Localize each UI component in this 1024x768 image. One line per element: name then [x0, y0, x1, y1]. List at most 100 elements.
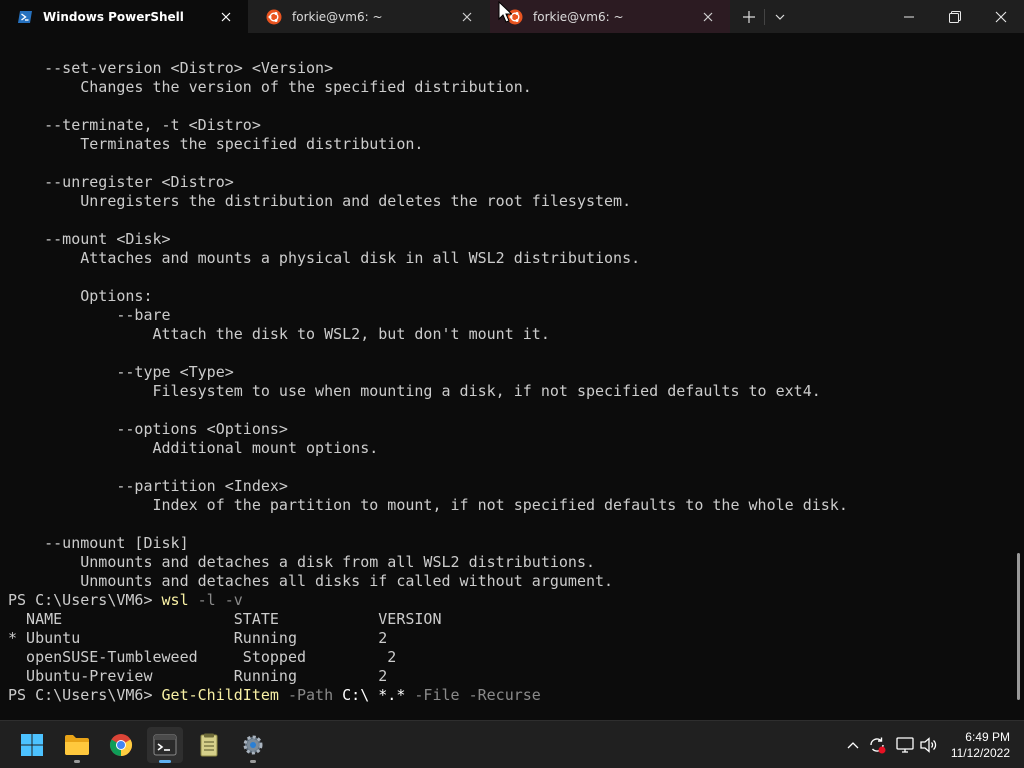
output-text: Ubuntu-Preview Running 2: [8, 667, 388, 685]
terminal-line: --bare: [8, 306, 848, 325]
command-text: Get-ChildItem: [161, 686, 279, 704]
notepad-icon: [200, 733, 218, 757]
terminal-line: Attaches and mounts a physical disk in a…: [8, 249, 848, 268]
terminal-line: --options <Options>: [8, 420, 848, 439]
chevron-down-icon: [775, 14, 785, 20]
terminal-line: PS C:\Users\VM6> Get-ChildItem -Path C:\…: [8, 686, 848, 705]
restore-icon: [949, 10, 961, 23]
gear-icon: [243, 735, 263, 755]
output-text: Options:: [8, 287, 153, 305]
taskbar-chrome[interactable]: [103, 727, 139, 763]
running-indicator: [250, 760, 256, 763]
terminal-line: Unregisters the distribution and deletes…: [8, 192, 848, 211]
terminal-line: Changes the version of the specified dis…: [8, 78, 848, 97]
volume-button[interactable]: [919, 735, 939, 755]
taskbar-notepad[interactable]: [191, 727, 227, 763]
minimize-button[interactable]: [886, 0, 932, 33]
output-text: --unmount [Disk]: [8, 534, 189, 552]
close-icon[interactable]: [459, 9, 475, 25]
running-indicator: [74, 760, 80, 763]
output-text: --terminate, -t <Distro>: [8, 116, 261, 134]
output-text: PS C:\Users\VM6>: [8, 686, 162, 704]
output-text: Unmounts and detaches all disks if calle…: [8, 572, 614, 590]
network-button[interactable]: [895, 735, 915, 755]
terminal-line: --partition <Index>: [8, 477, 848, 496]
clock[interactable]: 6:49 PM 11/12/2022: [951, 729, 1010, 761]
terminal-line: --type <Type>: [8, 363, 848, 382]
mouse-cursor-icon: [498, 1, 512, 23]
running-indicator: [159, 760, 171, 763]
output-text: Unregisters the distribution and deletes…: [8, 192, 632, 210]
ubuntu-icon: [266, 9, 282, 25]
taskbar-file-explorer[interactable]: [59, 727, 95, 763]
windows-logo-icon: [21, 734, 43, 756]
terminal-line: Options:: [8, 287, 848, 306]
start-button[interactable]: [14, 727, 50, 763]
output-text: --mount <Disk>: [8, 230, 171, 248]
close-icon[interactable]: [700, 9, 716, 25]
close-icon[interactable]: [218, 9, 234, 25]
network-icon: [896, 737, 914, 753]
maximize-button[interactable]: [932, 0, 978, 33]
argument-text: -l -v: [188, 591, 243, 609]
sync-error-icon: [870, 737, 886, 754]
taskbar: 6:49 PM 11/12/2022: [0, 720, 1024, 768]
output-text: Terminates the specified distribution.: [8, 135, 424, 153]
output-text: --unregister <Distro>: [8, 173, 234, 191]
show-hidden-icons-button[interactable]: [843, 735, 863, 755]
terminal-line: Additional mount options.: [8, 439, 848, 458]
output-text: --bare: [8, 306, 171, 324]
tab-forkie-vm6-1[interactable]: forkie@vm6: ~: [249, 0, 489, 33]
chrome-icon: [110, 734, 132, 756]
terminal-icon: [153, 734, 177, 756]
volume-icon: [920, 737, 937, 753]
output-text: --options <Options>: [8, 420, 288, 438]
output-text: openSUSE-Tumbleweed Stopped 2: [8, 648, 397, 666]
taskbar-terminal[interactable]: [147, 727, 183, 763]
output-text: Changes the version of the specified dis…: [8, 78, 532, 96]
tab-title: forkie@vm6: ~: [533, 9, 624, 24]
terminal-window: Windows PowerShell forkie@vm6: ~ forkie@…: [0, 0, 1024, 720]
close-icon: [995, 11, 1007, 22]
output-text: Attach the disk to WSL2, but don't mount…: [8, 325, 550, 343]
close-window-button[interactable]: [978, 0, 1024, 33]
terminal-line: --mount <Disk>: [8, 230, 848, 249]
terminal-line: Ubuntu-Preview Running 2: [8, 667, 848, 686]
tab-title: forkie@vm6: ~: [292, 9, 383, 24]
new-tab-button[interactable]: [734, 0, 764, 33]
output-text: Unmounts and detaches a disk from all WS…: [8, 553, 595, 571]
output-text: PS C:\Users\VM6>: [8, 591, 162, 609]
taskbar-settings[interactable]: [235, 727, 271, 763]
scrollbar-thumb[interactable]: [1017, 553, 1020, 700]
tab-windows-powershell[interactable]: Windows PowerShell: [0, 0, 248, 33]
output-text: Attaches and mounts a physical disk in a…: [8, 249, 641, 267]
terminal-line: Unmounts and detaches all disks if calle…: [8, 572, 848, 591]
terminal-line: Filesystem to use when mounting a disk, …: [8, 382, 848, 401]
terminal-output[interactable]: --set-version <Distro> <Version> Changes…: [0, 33, 1016, 720]
terminal-line: Unmounts and detaches a disk from all WS…: [8, 553, 848, 572]
command-text: wsl: [161, 591, 189, 609]
terminal-line: NAME STATE VERSION: [8, 610, 848, 629]
terminal-line: Index of the partition to mount, if not …: [8, 496, 848, 515]
argument-text: -Path: [278, 686, 334, 704]
terminal-line: PS C:\Users\VM6> wsl -l -v: [8, 591, 848, 610]
plus-icon: [743, 10, 755, 23]
terminal-line: --set-version <Distro> <Version>: [8, 59, 848, 78]
tab-dropdown-button[interactable]: [765, 0, 795, 33]
output-text: --partition <Index>: [8, 477, 288, 495]
folder-icon: [65, 735, 89, 755]
terminal-line: Attach the disk to WSL2, but don't mount…: [8, 325, 848, 344]
minimize-icon: [904, 16, 914, 17]
output-text: Index of the partition to mount, if not …: [8, 496, 848, 514]
tab-forkie-vm6-2[interactable]: forkie@vm6: ~: [490, 0, 730, 33]
terminal-line: openSUSE-Tumbleweed Stopped 2: [8, 648, 848, 667]
terminal-line: --unmount [Disk]: [8, 534, 848, 553]
chevron-up-icon: [847, 742, 859, 749]
output-text: --set-version <Distro> <Version>: [8, 59, 334, 77]
sync-status-button[interactable]: [867, 735, 887, 755]
